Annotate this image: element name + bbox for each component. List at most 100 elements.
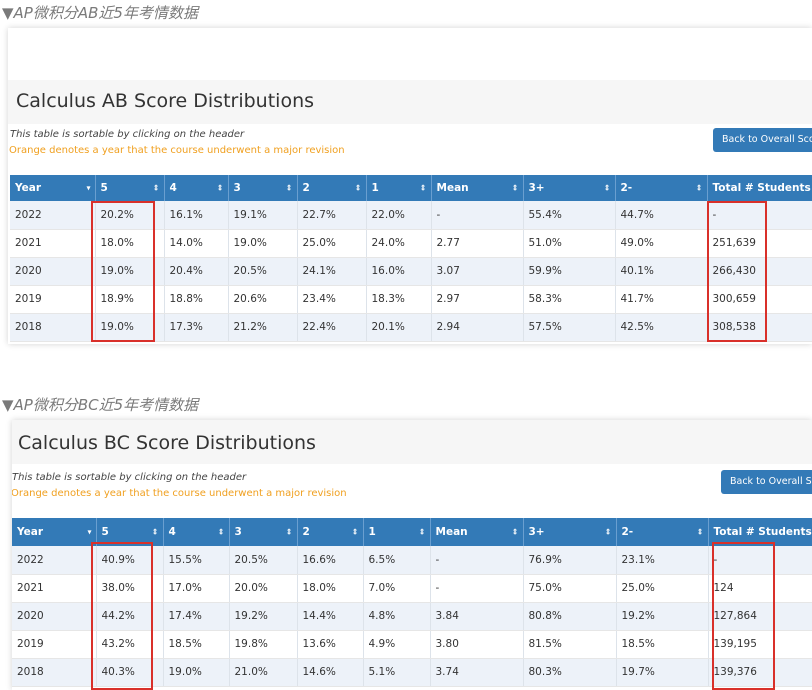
table-cell: 23.1% bbox=[616, 546, 709, 575]
table-cell: 2.77 bbox=[431, 229, 524, 258]
column-header-label: 2- bbox=[620, 182, 633, 194]
table-cell: 19.7% bbox=[616, 658, 709, 687]
page-title: Calculus AB Score Distributions bbox=[16, 90, 315, 112]
column-header-label: Total # Students bbox=[712, 182, 811, 194]
page-title: Calculus BC Score Distributions bbox=[18, 432, 316, 454]
table-cell: 20.5% bbox=[229, 546, 298, 575]
column-header-label: 3+ bbox=[528, 526, 545, 538]
column-header-3[interactable]: 3 ⇕ bbox=[228, 175, 298, 201]
column-header-5[interactable]: 1 ⇕ bbox=[366, 175, 432, 201]
table-cell: 42.5% bbox=[615, 313, 708, 342]
column-header-2[interactable]: 4 ⇕ bbox=[163, 518, 230, 546]
year-cell: 2021 bbox=[10, 229, 96, 258]
back-to-overall-scores-button[interactable]: Back to Overall Score bbox=[721, 470, 812, 494]
sort-desc-icon: ▾ bbox=[87, 527, 92, 537]
year-cell: 2019 bbox=[10, 285, 96, 314]
sort-arrows-icon: ⇕ bbox=[285, 527, 293, 537]
table-cell: 6.5% bbox=[363, 546, 431, 575]
column-header-label: 4 bbox=[169, 182, 177, 194]
table-cell: 25.0% bbox=[297, 229, 367, 258]
caption-calculus-bc: ▼AP微积分BC近5年考情数据 bbox=[2, 396, 199, 414]
table-cell: 55.4% bbox=[523, 201, 616, 230]
column-header-0[interactable]: Year ▾ bbox=[10, 175, 96, 201]
table-cell: 24.1% bbox=[297, 257, 367, 286]
column-header-7[interactable]: 3+ ⇕ bbox=[523, 518, 617, 546]
column-header-6[interactable]: Mean ⇕ bbox=[430, 518, 524, 546]
sortable-note: This table is sortable by clicking on th… bbox=[12, 472, 247, 483]
table-cell: 21.2% bbox=[228, 313, 298, 342]
column-header-6[interactable]: Mean ⇕ bbox=[431, 175, 524, 201]
sort-arrows-icon: ⇕ bbox=[603, 183, 611, 193]
table-cell: 81.5% bbox=[523, 630, 617, 659]
sort-arrows-icon: ⇕ bbox=[511, 183, 519, 193]
table-cell: 7.0% bbox=[363, 574, 431, 603]
table-cell: 51.0% bbox=[523, 229, 616, 258]
year-cell: 2022 bbox=[12, 546, 97, 575]
highlight-box-score-5 bbox=[91, 542, 153, 690]
column-header-3[interactable]: 3 ⇕ bbox=[229, 518, 298, 546]
column-header-9[interactable]: Total # Students bbox=[707, 175, 812, 201]
table-cell: 3.80 bbox=[430, 630, 524, 659]
table-cell: 23.4% bbox=[297, 285, 367, 314]
column-header-2[interactable]: 4 ⇕ bbox=[164, 175, 229, 201]
column-header-1[interactable]: 5 ⇕ bbox=[95, 175, 165, 201]
table-cell: 5.1% bbox=[363, 658, 431, 687]
year-cell: 2019 bbox=[12, 630, 97, 659]
column-header-label: 3+ bbox=[528, 182, 545, 194]
column-header-4[interactable]: 2 ⇕ bbox=[297, 175, 367, 201]
table-cell: 18.8% bbox=[164, 285, 229, 314]
back-to-overall-scores-button[interactable]: Back to Overall Score bbox=[713, 128, 812, 152]
table-cell: 18.0% bbox=[297, 574, 364, 603]
table-cell: 17.3% bbox=[164, 313, 229, 342]
table-cell: 14.6% bbox=[297, 658, 364, 687]
table-cell: 17.4% bbox=[163, 602, 230, 631]
table-cell: 20.1% bbox=[366, 313, 432, 342]
revision-note: Orange denotes a year that the course un… bbox=[12, 488, 347, 499]
table-cell: 18.5% bbox=[163, 630, 230, 659]
table-cell: 20.4% bbox=[164, 257, 229, 286]
table-cell: 18.5% bbox=[616, 630, 709, 659]
table-cell: 4.8% bbox=[363, 602, 431, 631]
sort-arrows-icon: ⇕ bbox=[285, 183, 293, 193]
column-header-4[interactable]: 2 ⇕ bbox=[297, 518, 364, 546]
highlight-box-total-students bbox=[707, 201, 767, 342]
table-cell: 16.0% bbox=[366, 257, 432, 286]
table-cell: 20.5% bbox=[228, 257, 298, 286]
revision-note: Orange denotes a year that the course un… bbox=[9, 145, 345, 156]
column-header-8[interactable]: 2- ⇕ bbox=[615, 175, 708, 201]
sort-arrows-icon: ⇕ bbox=[351, 527, 359, 537]
table-cell: 3.74 bbox=[430, 658, 524, 687]
table-cell: 16.1% bbox=[164, 201, 229, 230]
table-cell: 80.8% bbox=[523, 602, 617, 631]
table-cell: 21.0% bbox=[229, 658, 298, 687]
table-cell: - bbox=[431, 201, 524, 230]
table-cell: 49.0% bbox=[615, 229, 708, 258]
table-cell: 44.7% bbox=[615, 201, 708, 230]
table-cell: 19.0% bbox=[163, 658, 230, 687]
table-cell: 19.0% bbox=[228, 229, 298, 258]
table-cell: 19.2% bbox=[616, 602, 709, 631]
column-header-label: Mean bbox=[436, 182, 469, 194]
table-cell: 18.3% bbox=[366, 285, 432, 314]
calculus-ab-panel: Calculus AB Score Distributions This tab… bbox=[8, 28, 812, 344]
highlight-box-total-students bbox=[712, 542, 775, 690]
column-header-5[interactable]: 1 ⇕ bbox=[363, 518, 431, 546]
sort-arrows-icon: ⇕ bbox=[418, 527, 426, 537]
column-header-label: Total # Students bbox=[713, 526, 812, 538]
table-cell: 19.8% bbox=[229, 630, 298, 659]
table-cell: 75.0% bbox=[523, 574, 617, 603]
year-cell: 2022 bbox=[10, 201, 96, 230]
column-header-label: 1 bbox=[368, 526, 376, 538]
column-header-7[interactable]: 3+ ⇕ bbox=[523, 175, 616, 201]
table-cell: 25.0% bbox=[616, 574, 709, 603]
sort-desc-icon: ▾ bbox=[86, 183, 91, 193]
table-cell: 20.0% bbox=[229, 574, 298, 603]
sort-arrows-icon: ⇕ bbox=[217, 527, 225, 537]
column-header-label: Year bbox=[15, 182, 42, 194]
column-header-label: 5 bbox=[100, 182, 108, 194]
table-cell: 16.6% bbox=[297, 546, 364, 575]
column-header-8[interactable]: 2- ⇕ bbox=[616, 518, 709, 546]
column-header-0[interactable]: Year ▾ bbox=[12, 518, 97, 546]
table-cell: 22.4% bbox=[297, 313, 367, 342]
year-cell: 2018 bbox=[10, 313, 96, 342]
